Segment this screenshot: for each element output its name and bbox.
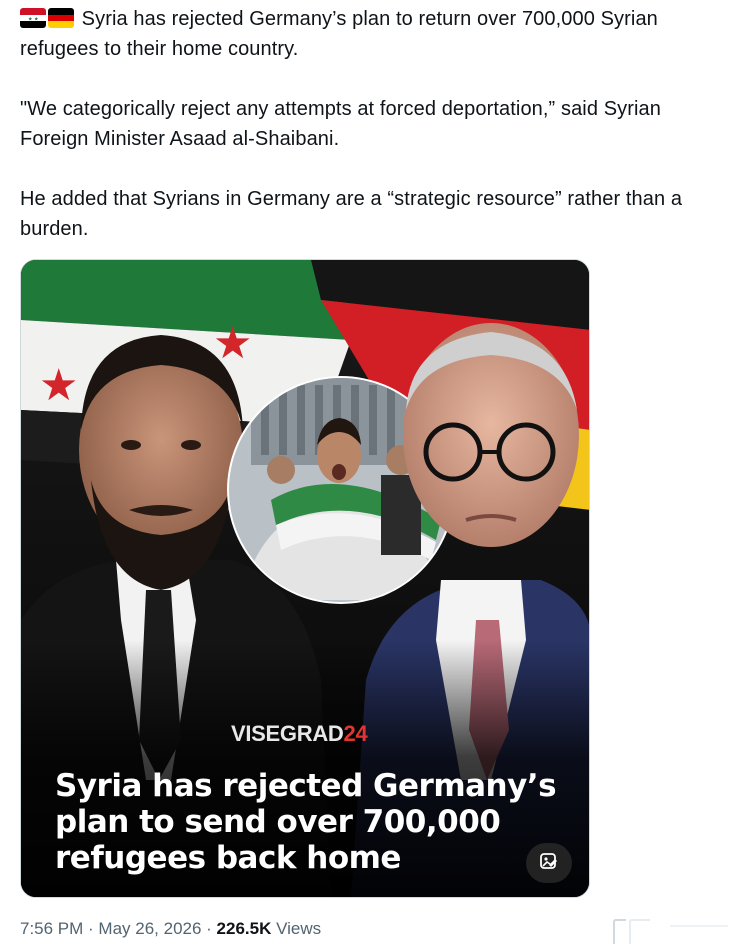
germany-flag-icon bbox=[48, 8, 74, 28]
tweet-date[interactable]: May 26, 2026 bbox=[98, 919, 201, 938]
syria-flag-icon: ★ ★ bbox=[20, 8, 46, 28]
tweet-media-image[interactable]: ★ ★ ★ bbox=[20, 259, 590, 898]
svg-text:★: ★ bbox=[28, 17, 33, 23]
tweet-meta: 7:56 PM · May 26, 2026 · 226.5K Views bbox=[20, 919, 321, 939]
edit-image-icon bbox=[539, 851, 559, 876]
bookmark-icon bbox=[610, 918, 730, 948]
edit-image-button[interactable] bbox=[526, 843, 572, 883]
media-headline: Syria has rejected Germany’s plan to sen… bbox=[55, 768, 557, 876]
tweet-text-3: He added that Syrians in Germany are a “… bbox=[20, 188, 683, 240]
views-label: Views bbox=[271, 919, 322, 938]
views-count: 226.5K bbox=[216, 919, 272, 938]
bookmark-button[interactable] bbox=[610, 918, 730, 948]
tweet-paragraph-1: ★ ★ Syria has rejected Germany’s plan to… bbox=[20, 4, 724, 64]
meta-separator: · bbox=[201, 919, 217, 938]
brand-logo: VISEGRAD24 bbox=[231, 721, 368, 746]
meta-separator: · bbox=[83, 919, 99, 938]
svg-text:★: ★ bbox=[34, 17, 39, 23]
tweet-body: ★ ★ Syria has rejected Germany’s plan to… bbox=[20, 4, 724, 244]
tweet-text-1: Syria has rejected Germany’s plan to ret… bbox=[20, 8, 658, 60]
svg-text:★: ★ bbox=[39, 360, 78, 411]
tweet-time[interactable]: 7:56 PM bbox=[20, 919, 83, 938]
tweet-text-2: "We categorically reject any attempts at… bbox=[20, 98, 662, 150]
